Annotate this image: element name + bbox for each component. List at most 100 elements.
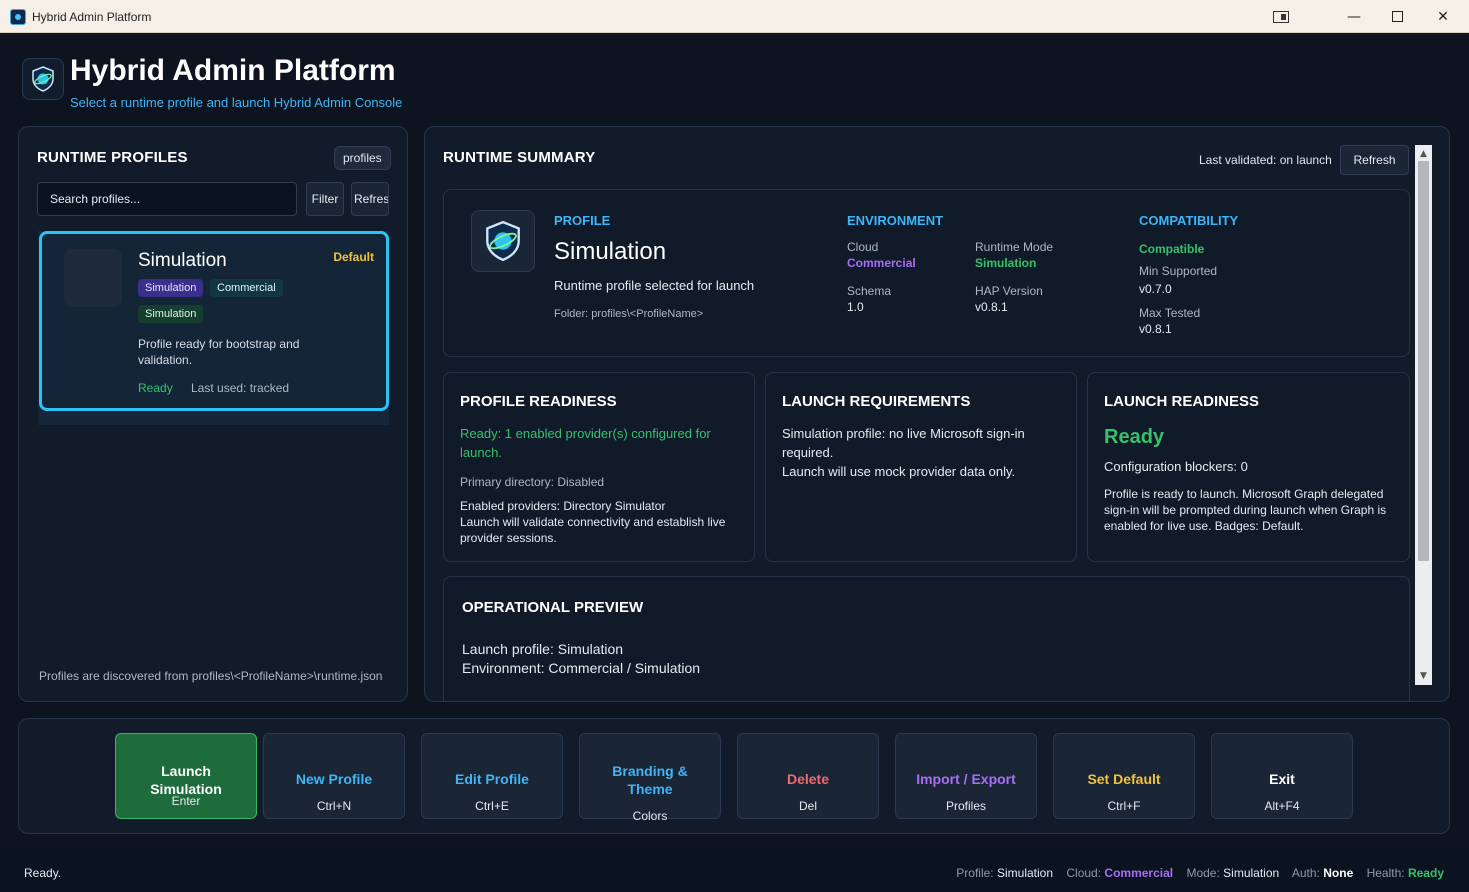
last-validated-text: Last validated: on launch	[1199, 153, 1332, 167]
snap-layout-icon[interactable]	[1258, 0, 1304, 33]
runtime-profiles-title: RUNTIME PROFILES	[37, 149, 188, 166]
status-mode-label: Mode:	[1186, 866, 1220, 880]
validate-connectivity-text: Launch will validate connectivity and es…	[460, 515, 726, 545]
branding-theme-label: Branding & Theme	[612, 763, 688, 797]
runtime-summary-title: RUNTIME SUMMARY	[443, 149, 596, 166]
launch-readiness-card: LAUNCH READINESS Ready Configuration blo…	[1087, 372, 1410, 562]
profile-card-last-used: Last used: tracked	[191, 381, 290, 395]
close-button[interactable]: ✕	[1420, 0, 1466, 33]
delete-button[interactable]: Delete Del	[737, 733, 879, 819]
launch-requirements-line-2: Launch will use mock provider data only.	[782, 464, 1016, 479]
runtime-profiles-panel: RUNTIME PROFILES profiles Search profile…	[18, 126, 408, 702]
exit-shortcut: Alt+F4	[1264, 799, 1300, 813]
profile-folder: Folder: profiles\<ProfileName>	[554, 308, 704, 320]
launch-label: Launch Simulation	[150, 763, 222, 797]
set-default-label: Set Default	[1087, 771, 1161, 787]
profile-card-status: Ready	[138, 381, 173, 395]
status-profile-label: Profile:	[956, 866, 994, 880]
set-default-button[interactable]: Set Default Ctrl+F	[1053, 733, 1195, 819]
schema-label: Schema	[847, 284, 892, 298]
new-profile-button[interactable]: New Profile Ctrl+N	[263, 733, 405, 819]
profile-card-description: Profile ready for bootstrap and validati…	[138, 337, 300, 367]
exit-label: Exit	[1269, 771, 1295, 787]
schema-value: 1.0	[847, 300, 864, 314]
launch-readiness-title: LAUNCH READINESS	[1104, 393, 1260, 410]
profile-shield-icon	[471, 210, 535, 272]
tag-commercial: Commercial	[210, 279, 283, 297]
profile-avatar	[64, 249, 122, 307]
filter-button[interactable]: Filter	[306, 182, 344, 216]
page-subtitle: Select a runtime profile and launch Hybr…	[70, 95, 403, 110]
status-profile-value: Simulation	[997, 866, 1054, 880]
cloud-label: Cloud	[847, 240, 879, 254]
profile-card-simulation[interactable]: Simulation Default Simulation Commercial…	[39, 231, 389, 411]
runtime-mode-label: Runtime Mode	[975, 240, 1054, 254]
import-export-sub: Profiles	[945, 799, 986, 813]
refresh-summary-button[interactable]: Refresh	[1340, 145, 1409, 175]
preview-environment: Environment: Commercial / Simulation	[462, 660, 701, 676]
minimize-button[interactable]: —	[1331, 0, 1377, 33]
status-mode-value: Simulation	[1223, 866, 1280, 880]
import-export-label: Import / Export	[916, 771, 1016, 787]
status-health-value: Ready	[1407, 866, 1444, 880]
app-icon	[10, 9, 26, 25]
app-logo-icon	[22, 58, 64, 100]
status-auth-label: Auth:	[1291, 866, 1320, 880]
runtime-summary-panel: RUNTIME SUMMARY Last validated: on launc…	[424, 126, 1450, 702]
delete-shortcut: Del	[798, 799, 817, 813]
launch-readiness-detail: Profile is ready to launch. Microsoft Gr…	[1104, 487, 1387, 533]
profile-readiness-title: PROFILE READINESS	[460, 393, 617, 410]
window-title: Hybrid Admin Platform	[32, 10, 152, 24]
hap-version-value: v0.8.1	[975, 300, 1008, 314]
max-tested-value: v0.8.1	[1139, 322, 1172, 336]
edit-profile-label: Edit Profile	[455, 771, 529, 787]
operational-preview-title: OPERATIONAL PREVIEW	[462, 599, 644, 616]
primary-directory-text: Primary directory: Disabled	[460, 475, 605, 489]
edit-profile-button[interactable]: Edit Profile Ctrl+E	[421, 733, 563, 819]
preview-launch-profile: Launch profile: Simulation	[462, 641, 624, 657]
profile-summary-card: PROFILE Simulation Runtime profile selec…	[443, 189, 1410, 357]
launch-requirements-line-1: Simulation profile: no live Microsoft si…	[782, 426, 1025, 460]
min-supported-label: Min Supported	[1139, 264, 1218, 278]
maximize-button[interactable]	[1374, 0, 1420, 33]
refresh-profiles-button[interactable]: Refresh	[351, 182, 389, 216]
launch-requirements-card: LAUNCH REQUIREMENTS Simulation profile: …	[765, 372, 1077, 562]
scroll-down-icon[interactable]: ▼	[1415, 668, 1432, 684]
compatibility-status: Compatible	[1139, 242, 1205, 256]
enabled-providers-text: Enabled providers: Directory Simulator	[460, 499, 666, 513]
page-title: Hybrid Admin Platform	[70, 54, 396, 87]
status-cloud-value: Commercial	[1104, 866, 1174, 880]
profiles-footer-note: Profiles are discovered from profiles\<P…	[39, 669, 383, 683]
scroll-thumb[interactable]	[1418, 161, 1429, 561]
scroll-up-icon[interactable]: ▲	[1415, 146, 1432, 162]
exit-button[interactable]: Exit Alt+F4	[1211, 733, 1353, 819]
status-auth-value: None	[1323, 866, 1354, 880]
delete-label: Delete	[786, 771, 830, 787]
operational-preview-card: OPERATIONAL PREVIEW Launch profile: Simu…	[443, 576, 1410, 701]
title-bar: Hybrid Admin Platform — ✕	[0, 0, 1469, 33]
profiles-chip: profiles	[334, 146, 391, 170]
configuration-blockers: Configuration blockers: 0	[1104, 459, 1248, 474]
status-cloud-label: Cloud:	[1066, 866, 1102, 880]
default-badge: Default	[333, 250, 374, 264]
new-profile-label: New Profile	[295, 771, 373, 787]
search-input[interactable]: Search profiles...	[37, 182, 297, 216]
min-supported-value: v0.7.0	[1139, 282, 1172, 296]
profile-heading: PROFILE	[554, 213, 611, 228]
branding-theme-sub: Colors	[632, 809, 668, 823]
profile-card-name: Simulation	[138, 250, 227, 271]
profile-name: Simulation	[554, 238, 667, 265]
max-tested-label: Max Tested	[1139, 306, 1201, 320]
cloud-value: Commercial	[847, 256, 916, 270]
runtime-mode-value: Simulation	[975, 256, 1037, 270]
profile-readiness-status: Ready: 1 enabled provider(s) configured …	[460, 426, 711, 460]
import-export-button[interactable]: Import / Export Profiles	[895, 733, 1037, 819]
tag-simulation: Simulation	[138, 279, 204, 297]
launch-simulation-button[interactable]: Launch Simulation Enter	[115, 733, 257, 819]
compatibility-heading: COMPATIBILITY	[1139, 213, 1239, 228]
tag-mode-simulation: Simulation	[138, 305, 204, 323]
status-details: Profile: Simulation Cloud: Commercial Mo…	[956, 866, 1444, 880]
environment-heading: ENVIRONMENT	[847, 213, 944, 228]
action-bar: Launch Simulation Enter New Profile Ctrl…	[18, 718, 1450, 834]
branding-theme-button[interactable]: Branding & Theme Colors	[579, 733, 721, 823]
